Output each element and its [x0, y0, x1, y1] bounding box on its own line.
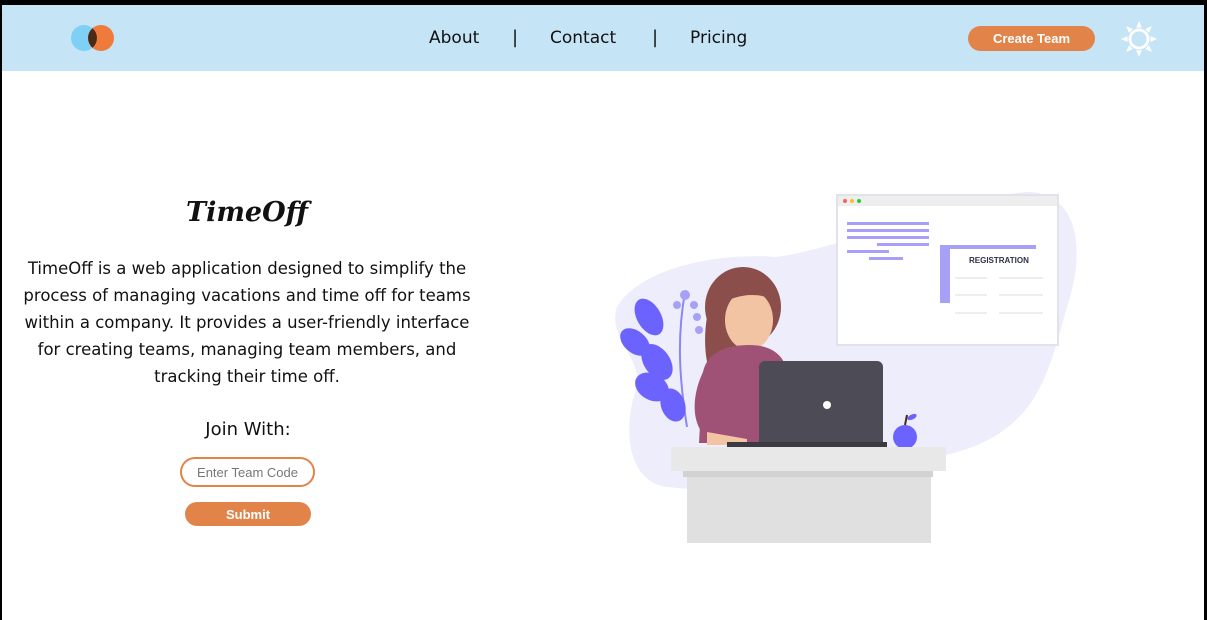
join-with-label: Join With:	[205, 419, 291, 440]
registration-window: REGISTRATION	[836, 194, 1059, 346]
team-code-input[interactable]	[180, 457, 315, 487]
hero-title: TimeOff	[186, 197, 308, 228]
nav-link-about[interactable]: About	[429, 28, 479, 48]
nav-link-contact[interactable]: Contact	[550, 28, 616, 48]
hero-illustration: REGISTRATION	[615, 192, 1077, 543]
registration-heading: REGISTRATION	[969, 256, 1029, 265]
navbar: About | Contact | Pricing Create Team	[2, 5, 1204, 71]
nav-separator: |	[512, 27, 519, 48]
page: About | Contact | Pricing Create Team Ti…	[2, 5, 1204, 620]
nav-link-pricing[interactable]: Pricing	[690, 28, 747, 48]
submit-button[interactable]: Submit	[185, 502, 311, 526]
logo-icon[interactable]	[70, 23, 116, 53]
create-team-button[interactable]: Create Team	[968, 26, 1095, 51]
sun-icon[interactable]	[1120, 20, 1158, 58]
nav-separator: |	[652, 27, 659, 48]
hero-description: TimeOff is a web application designed to…	[23, 259, 471, 386]
desk	[671, 447, 946, 543]
